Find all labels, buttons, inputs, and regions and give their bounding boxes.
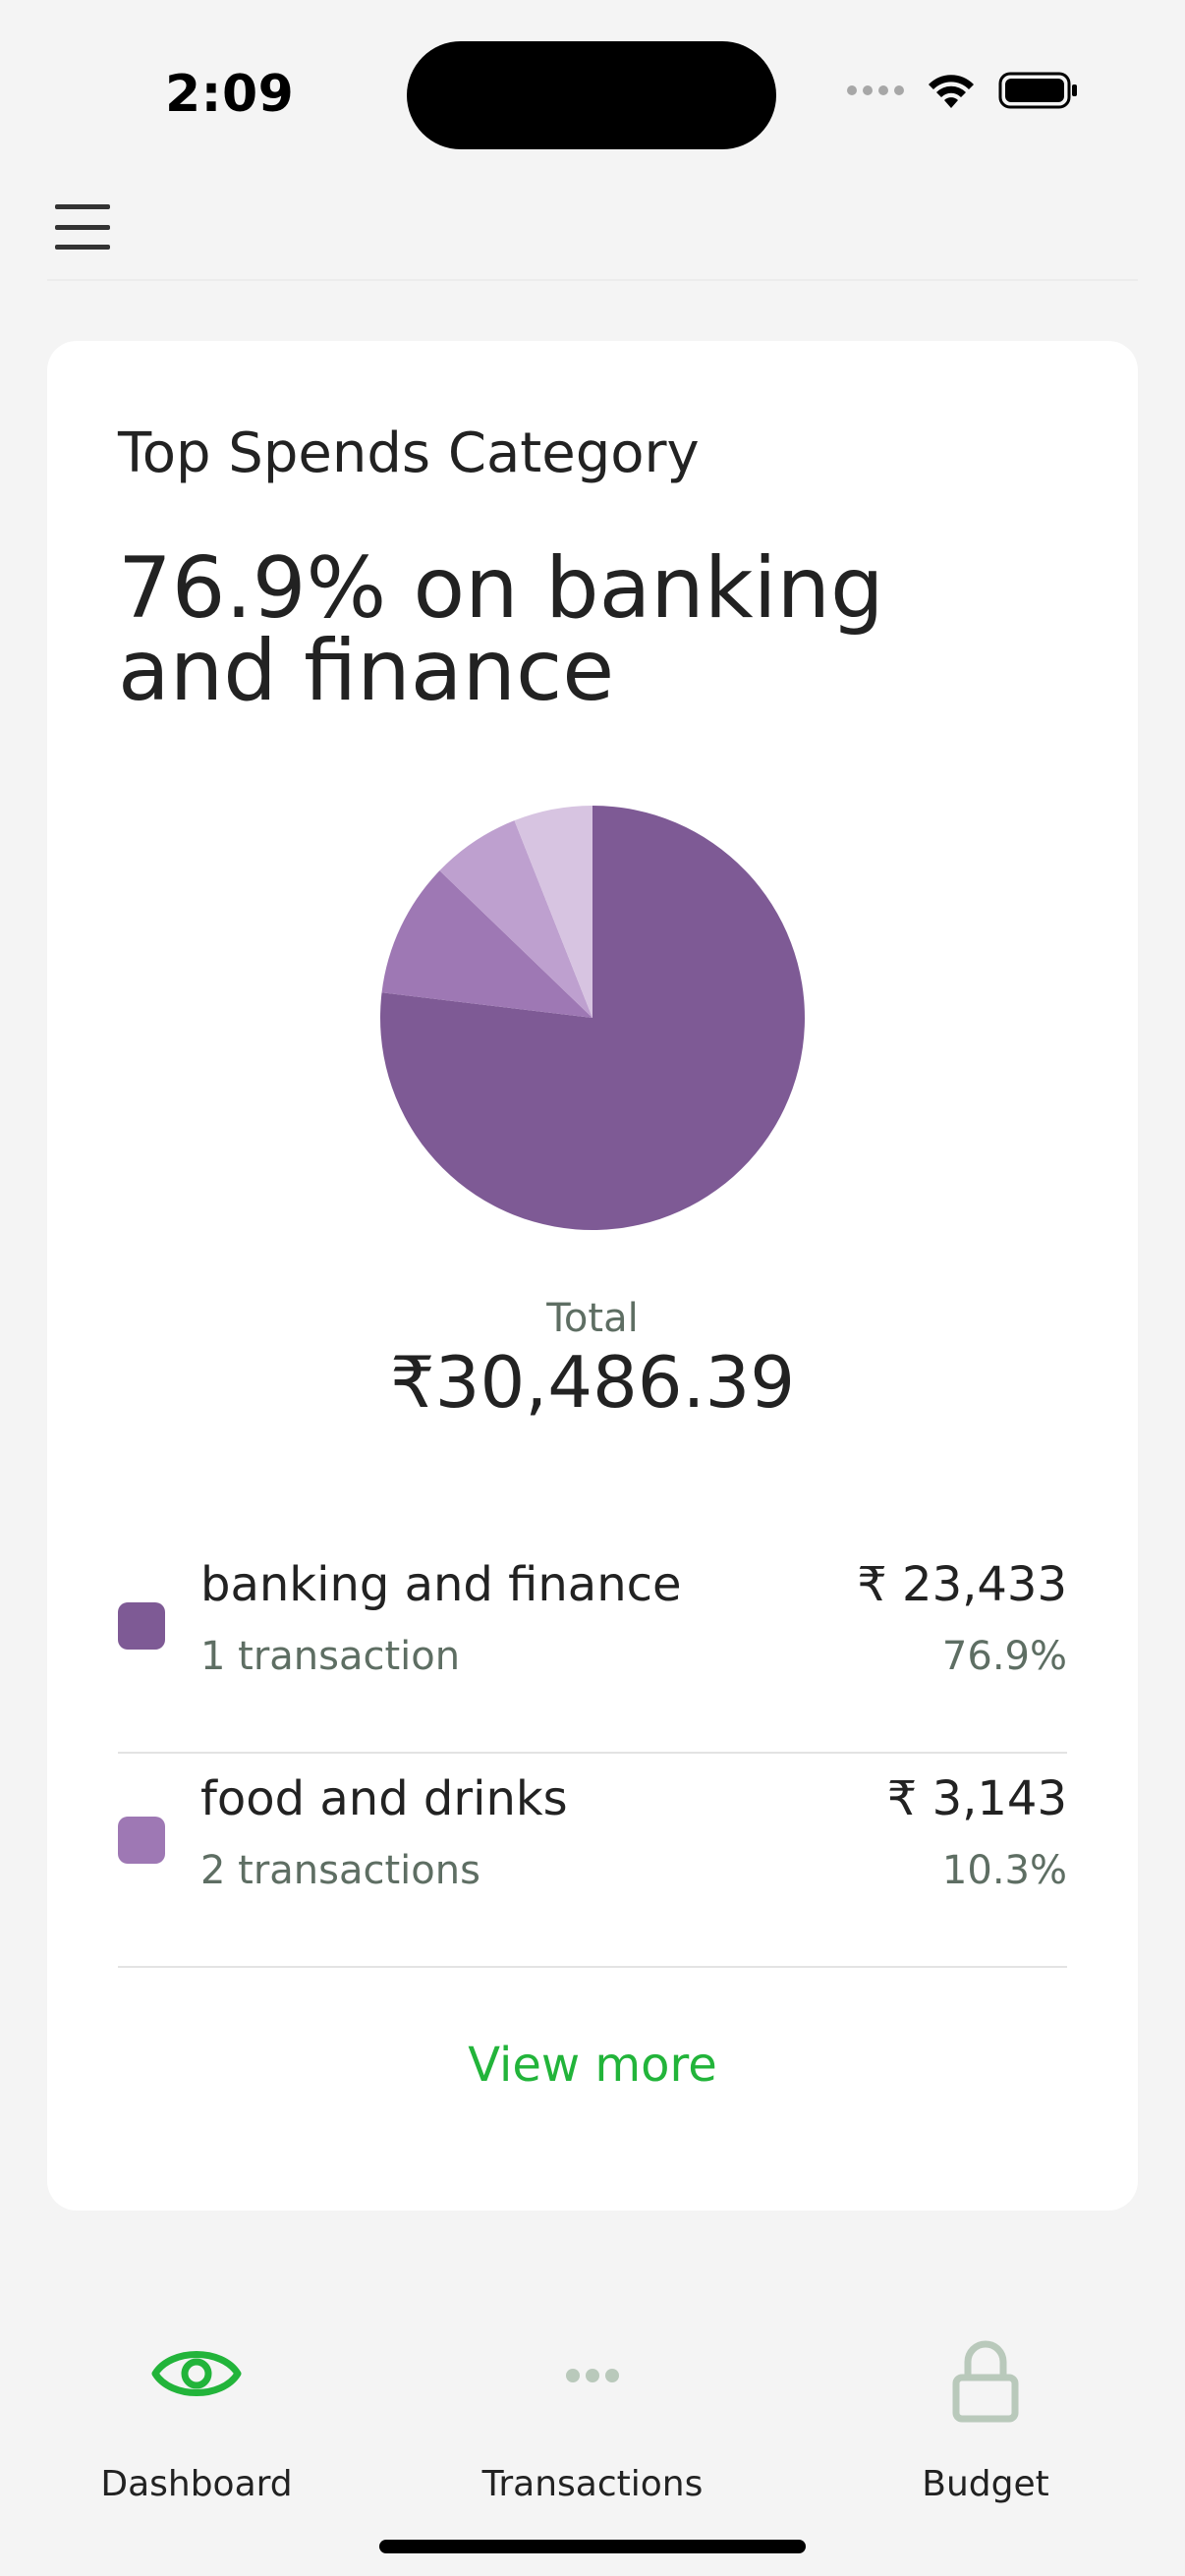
category-row-banking[interactable]: banking and finance 1 transaction ₹ 23,4… (118, 1540, 1067, 1754)
status-time: 2:09 (165, 65, 295, 124)
pie-chart-svg (380, 806, 805, 1230)
battery-icon (998, 72, 1077, 109)
lock-icon (952, 2340, 1019, 2423)
category-amount: ₹ 3,143 (886, 1771, 1067, 1826)
hamburger-menu-icon[interactable] (55, 204, 110, 250)
category-transaction-count: 1 transaction (200, 1634, 461, 1679)
cellular-signal-icon (847, 85, 904, 95)
nav-label: Transactions (481, 2464, 704, 2504)
total-label: Total (546, 1296, 639, 1341)
category-amount: ₹ 23,433 (857, 1557, 1067, 1612)
category-name: food and drinks (200, 1771, 568, 1826)
total-value: ₹30,486.39 (389, 1341, 796, 1424)
top-spends-card: Top Spends Category 76.9% on banking and… (47, 341, 1138, 2211)
spend-pie-chart (376, 802, 809, 1234)
category-name: banking and finance (200, 1557, 682, 1612)
category-percent: 10.3% (941, 1848, 1067, 1893)
wifi-icon (929, 75, 974, 108)
home-indicator (379, 2540, 806, 2553)
category-color-swatch (118, 1602, 165, 1650)
header-divider (47, 279, 1138, 281)
category-row-food[interactable]: food and drinks 2 transactions ₹ 3,143 1… (118, 1754, 1067, 1968)
category-list: banking and finance 1 transaction ₹ 23,4… (118, 1540, 1067, 1968)
dynamic-island (407, 41, 776, 149)
eye-icon (151, 2351, 242, 2396)
more-dots-icon (566, 2369, 619, 2382)
category-transaction-count: 2 transactions (200, 1848, 480, 1893)
screen: 2:09 Top Spends Category 76.9% on bankin… (0, 0, 1185, 2576)
top-category-headline: 76.9% on banking and finance (118, 539, 884, 720)
category-color-swatch (118, 1817, 165, 1864)
nav-transactions[interactable]: Transactions (435, 2328, 750, 2505)
bottom-nav: Dashboard Transactions Budget (0, 2328, 1185, 2505)
nav-label: Budget (922, 2464, 1049, 2504)
view-more-link[interactable]: View more (47, 2038, 1138, 2093)
category-percent: 76.9% (941, 1634, 1067, 1679)
card-title: Top Spends Category (118, 421, 700, 485)
nav-dashboard[interactable]: Dashboard (39, 2328, 354, 2505)
status-icons (847, 71, 1079, 110)
nav-label: Dashboard (100, 2464, 293, 2504)
nav-budget[interactable]: Budget (828, 2328, 1143, 2505)
